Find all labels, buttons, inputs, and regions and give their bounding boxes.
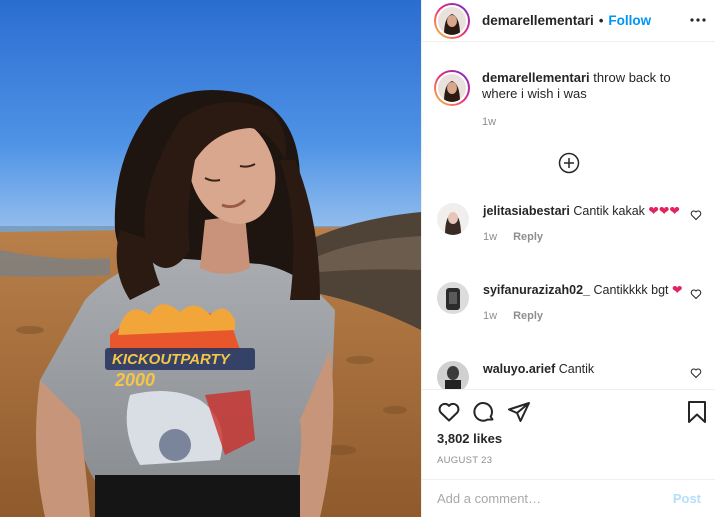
avatar-image (437, 282, 469, 314)
plus-circle-icon[interactable] (558, 152, 580, 174)
post-comment-button[interactable]: Post (673, 491, 701, 506)
comment-time[interactable]: 1w (483, 310, 497, 322)
commenter-avatar[interactable] (437, 282, 469, 314)
beach-portrait-image: KICKOUTPARTY 2000 (0, 0, 421, 517)
save-bookmark-icon[interactable] (687, 400, 707, 424)
post-actions (437, 400, 707, 424)
share-paper-plane-icon[interactable] (507, 400, 531, 424)
comment-item: jelitasiabestari Cantik kakak ❤❤❤ 1w Repl… (437, 203, 702, 245)
avatar-image (438, 74, 466, 102)
comment-username[interactable]: syifanurazizah02_ (483, 283, 590, 297)
heart-emoji: ❤❤❤ (648, 204, 680, 218)
author-avatar[interactable] (434, 2, 470, 39)
heart-emoji: ❤ (672, 283, 683, 297)
add-comment-bar: Post (421, 479, 715, 517)
comment-item: syifanurazizah02_ Cantikkkk bgt ❤ 1w Repl… (437, 282, 702, 324)
comment-text: Cantik (558, 362, 595, 376)
post-caption: demarellementari throw back to where i w… (434, 70, 704, 130)
post-date[interactable]: AUGUST 23 (437, 455, 492, 466)
post-photo[interactable]: KICKOUTPARTY 2000 (0, 0, 421, 517)
caption-time[interactable]: 1w (482, 114, 697, 130)
like-comment-heart-icon[interactable] (690, 288, 702, 300)
separator-dot: • (598, 13, 604, 28)
like-comment-heart-icon[interactable] (690, 367, 702, 379)
like-heart-icon[interactable] (437, 400, 461, 424)
comment-input[interactable] (437, 491, 673, 506)
avatar-image (438, 6, 466, 35)
likes-count[interactable]: 3,802 likes (437, 431, 502, 446)
caption-avatar[interactable] (434, 70, 470, 106)
caption-username[interactable]: demarellementari (482, 70, 590, 85)
post-header: demarellementari • Follow (422, 0, 715, 42)
reply-button[interactable]: Reply (513, 310, 543, 322)
avatar-image (437, 203, 469, 235)
svg-text:2000: 2000 (114, 370, 155, 390)
svg-text:KICKOUTPARTY: KICKOUTPARTY (112, 351, 232, 368)
more-options-icon[interactable] (690, 12, 706, 28)
reply-button[interactable]: Reply (513, 231, 543, 243)
comment-time[interactable]: 1w (483, 231, 497, 243)
comment-username[interactable]: waluyo.arief (483, 362, 555, 376)
section-divider (421, 389, 715, 390)
instagram-post: KICKOUTPARTY 2000 demarellementari • Fol… (0, 0, 715, 517)
comment-bubble-icon[interactable] (472, 400, 496, 424)
comment-text: Cantikkkk bgt (593, 283, 669, 297)
follow-button[interactable]: Follow (608, 13, 651, 28)
commenter-avatar[interactable] (437, 203, 469, 235)
author-username[interactable]: demarellementari (482, 13, 594, 28)
avatar-image (437, 361, 469, 389)
like-comment-heart-icon[interactable] (690, 209, 702, 221)
comment-text: Cantik kakak (573, 204, 645, 218)
comment-username[interactable]: jelitasiabestari (483, 204, 570, 218)
